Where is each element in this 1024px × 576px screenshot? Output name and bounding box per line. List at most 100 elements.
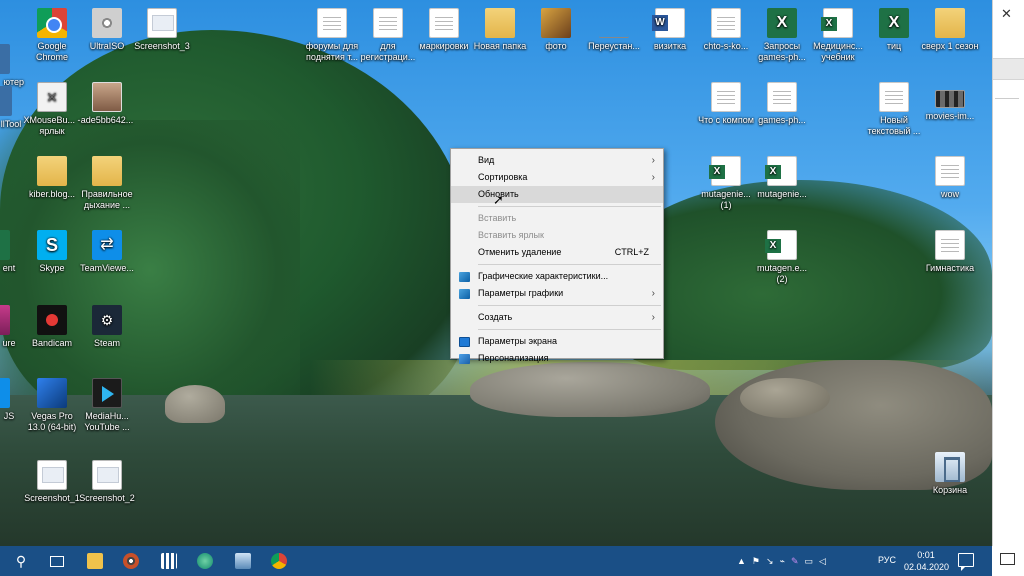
desktop-icon-season-1[interactable]: сверх 1 сезон bbox=[921, 8, 979, 52]
desktop-icon-games-ph[interactable]: games-ph... bbox=[753, 82, 811, 126]
battery-icon[interactable]: ▭ bbox=[805, 556, 814, 567]
menu-item-new[interactable]: Создать › bbox=[451, 309, 663, 326]
dropbox-icon[interactable]: ▲ bbox=[737, 556, 746, 566]
close-icon[interactable]: ✕ bbox=[1001, 6, 1012, 22]
browser-icon[interactable] bbox=[188, 546, 222, 576]
desktop-icon-mutagen-2[interactable]: Xmutagen.e... (2) bbox=[753, 230, 811, 285]
photo-icon bbox=[92, 82, 122, 112]
excel-doc-icon: X bbox=[765, 156, 797, 186]
calculator-icon[interactable] bbox=[152, 546, 186, 576]
desktop-icon-screenshot-2[interactable]: Screenshot_2 bbox=[78, 460, 136, 504]
chrome-icon[interactable] bbox=[262, 546, 296, 576]
language-indicator[interactable]: РУС bbox=[878, 555, 896, 565]
document-icon bbox=[711, 8, 741, 38]
excel-doc-icon: X bbox=[821, 8, 853, 38]
desktop-icon-tic[interactable]: Xтиц bbox=[865, 8, 923, 52]
file-explorer-icon[interactable] bbox=[78, 546, 112, 576]
recycle-bin-icon bbox=[935, 452, 965, 482]
desktop-icon-medical-textbook[interactable]: X Медицинс... учебник bbox=[809, 8, 867, 63]
vegas-icon bbox=[37, 378, 67, 408]
desktop-icon-vegas-pro[interactable]: Vegas Pro 13.0 (64-bit) bbox=[23, 378, 81, 433]
desktop-icon-ultraiso[interactable]: UltraISO bbox=[78, 8, 136, 52]
arrow-icon[interactable]: ↘ bbox=[766, 556, 774, 567]
desktop-icon-screenshot-3[interactable]: Screenshot_3 bbox=[133, 8, 191, 52]
clock[interactable]: 0:01 02.04.2020 bbox=[904, 549, 950, 573]
task-view-icon[interactable] bbox=[40, 546, 74, 576]
desktop-icon-google-chrome[interactable]: Google Chrome bbox=[23, 8, 81, 63]
volume-icon[interactable]: ◁ bbox=[819, 556, 826, 567]
desktop-icon-photo-folder[interactable]: фото bbox=[527, 8, 585, 52]
menu-separator bbox=[478, 305, 661, 306]
desktop-icon-gymnastics[interactable]: Гимнастика bbox=[921, 230, 979, 274]
menu-item-sort[interactable]: Сортировка › bbox=[451, 169, 663, 186]
desktop-icon-skype[interactable]: S Skype bbox=[23, 230, 81, 274]
desktop-icon-mutagenie-1[interactable]: Xmutagenie... (1) bbox=[697, 156, 755, 211]
steam-icon: ⚙ bbox=[92, 305, 122, 335]
network-icon[interactable]: ⚑ bbox=[752, 556, 760, 567]
desktop-icon-breathing[interactable]: Правильное дыхание ... bbox=[78, 156, 136, 211]
menu-item-paste-shortcut[interactable]: Вставить ярлык bbox=[451, 227, 663, 244]
desktop-icon-registration[interactable]: для регистраци... bbox=[359, 8, 417, 63]
desktop-icon-bandicam[interactable]: Bandicam bbox=[23, 305, 81, 349]
desktop-icon-steam[interactable]: ⚙ Steam bbox=[78, 305, 136, 349]
bandicam-icon bbox=[37, 305, 67, 335]
desktop-icon-new-folder[interactable]: Новая папка bbox=[471, 8, 529, 52]
app-icon bbox=[0, 230, 10, 260]
desktop-icon-photo[interactable]: ade5bb642... bbox=[78, 82, 136, 126]
desktop-icon-partial[interactable]: ent bbox=[0, 230, 24, 274]
computer-icon bbox=[0, 44, 10, 74]
document-icon bbox=[767, 82, 797, 112]
desktop-icon-xmouse[interactable]: XMouseBu... - ярлык bbox=[23, 82, 81, 137]
menu-item-undo-delete[interactable]: Отменить удаление CTRL+Z bbox=[451, 244, 663, 261]
desktop-icon-recycle-bin[interactable]: Корзина bbox=[921, 452, 979, 496]
desktop-icon-partial[interactable]: ure bbox=[0, 305, 24, 349]
disc-icon bbox=[92, 8, 122, 38]
clock-date: 02.04.2020 bbox=[904, 562, 950, 572]
system-tray: ▲ ⚑ ↘ ⌁ ✎ ▭ ◁ bbox=[734, 546, 829, 576]
desktop-icon-movies[interactable]: movies-im... bbox=[921, 90, 979, 122]
desktop-icon-queries[interactable]: X Запросы games-ph... bbox=[753, 8, 811, 63]
desktop-icon-mutagenie[interactable]: Xmutagenie... bbox=[753, 156, 811, 200]
notification-icon[interactable] bbox=[958, 553, 974, 571]
photo-folder-icon bbox=[541, 8, 571, 38]
desktop-icon-partial[interactable]: JS bbox=[0, 378, 24, 422]
desktop-icon-business-card[interactable]: Wвизитка bbox=[641, 8, 699, 52]
menu-item-view[interactable]: Вид › bbox=[451, 152, 663, 169]
media-player-icon[interactable] bbox=[114, 546, 148, 576]
network-app-icon[interactable] bbox=[226, 546, 260, 576]
chevron-right-icon: › bbox=[651, 288, 655, 299]
desktop-icon-new-text[interactable]: Новый текстовый ... bbox=[865, 82, 923, 137]
desktop-icon-chto-s-ko[interactable]: chto-s-ko... bbox=[697, 8, 755, 52]
menu-item-graphics-properties[interactable]: Графические характеристики... bbox=[451, 268, 663, 285]
desktop-icon-teamviewer[interactable]: ⇄ TeamViewe... bbox=[78, 230, 136, 274]
word-icon: W bbox=[652, 8, 685, 38]
desktop-icon-reinstall[interactable]: Переустан... bbox=[585, 8, 643, 52]
menu-item-personalize[interactable]: Персонализация bbox=[451, 350, 663, 367]
search-icon[interactable]: ⚲ bbox=[4, 546, 38, 576]
desktop-icon-markings[interactable]: маркировки bbox=[415, 8, 473, 52]
feather-icon[interactable]: ✎ bbox=[791, 556, 799, 567]
usb-icon[interactable]: ⌁ bbox=[780, 556, 785, 567]
menu-item-graphics-options[interactable]: Параметры графики › bbox=[451, 285, 663, 302]
chevron-right-icon: › bbox=[651, 172, 655, 183]
app-icon bbox=[0, 305, 10, 335]
desktop-icon-kiber-blog[interactable]: kiber.blog... bbox=[23, 156, 81, 200]
desktop-icon-forums[interactable]: форумы для поднятия т... bbox=[303, 8, 361, 63]
excel-icon: X bbox=[767, 8, 797, 38]
desktop-icon-wow[interactable]: wow bbox=[921, 156, 979, 200]
menu-item-display-settings[interactable]: Параметры экрана bbox=[451, 333, 663, 350]
partial-window[interactable]: ✕ bbox=[992, 0, 1024, 546]
desktop-context-menu: Вид › Сортировка › Обновить Вставить Встав… bbox=[450, 148, 664, 364]
menu-separator bbox=[478, 329, 661, 330]
notification-icon[interactable] bbox=[1000, 553, 1015, 565]
display-icon bbox=[459, 337, 470, 347]
menu-item-paste[interactable]: Вставить bbox=[451, 210, 663, 227]
menu-item-refresh[interactable]: Обновить bbox=[451, 186, 663, 203]
screenshot-icon bbox=[92, 460, 122, 490]
wallpaper-rock bbox=[470, 362, 710, 417]
desktop-icon-mediahuman[interactable]: MediaHu... YouTube ... bbox=[78, 378, 136, 433]
intel-graphics-icon bbox=[459, 272, 470, 282]
desktop-icon-computer-issue[interactable]: Что с компом bbox=[697, 82, 755, 126]
desktop-icon-screenshot-1[interactable]: Screenshot_1 bbox=[23, 460, 81, 504]
desktop-icon-partial[interactable]: ютер bbox=[0, 44, 24, 88]
